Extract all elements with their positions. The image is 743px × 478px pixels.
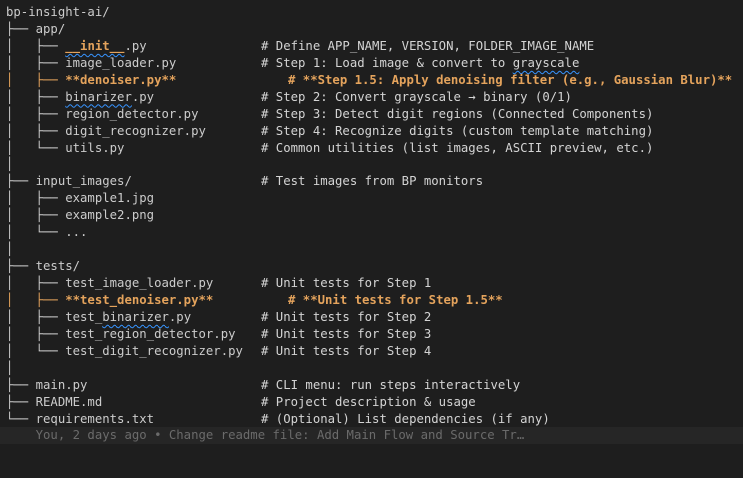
code-line[interactable]: bp-insight-ai/ bbox=[0, 4, 743, 21]
folder-input-images: ├── input_images/ bbox=[6, 174, 132, 189]
comment-test-digit-recognizer: # Unit tests for Step 4 bbox=[261, 343, 432, 358]
comment-test-denoiser: # **Unit tests for Step 1.5** bbox=[288, 292, 503, 307]
code-line[interactable]: │ ├── region_detector.py # Step 3: Detec… bbox=[0, 106, 743, 123]
folder-tests: ├── tests/ bbox=[6, 259, 81, 274]
file-init: │ ├── __init__.py bbox=[6, 38, 147, 53]
code-line[interactable]: │ ├── **denoiser.py** # **Step 1.5: Appl… bbox=[0, 72, 743, 89]
code-line[interactable]: │ bbox=[0, 241, 743, 258]
file-utils: │ └── utils.py bbox=[6, 140, 125, 155]
comment-binarizer: # Step 2: Convert grayscale → binary (0/… bbox=[261, 89, 572, 104]
comment-test-image-loader: # Unit tests for Step 1 bbox=[261, 276, 432, 290]
file-requirements: └── requirements.txt bbox=[6, 411, 155, 426]
file-digit-recognizer: │ ├── digit_recognizer.py bbox=[6, 123, 206, 138]
code-line[interactable]: │ └── ... bbox=[0, 224, 743, 241]
comment-image-loader: # Step 1: Load image & convert to graysc… bbox=[261, 55, 580, 70]
folder-app: ├── app/ bbox=[6, 21, 66, 36]
file-denoiser: │ ├── **denoiser.py** bbox=[6, 72, 177, 87]
comment-test-region-detector: # Unit tests for Step 3 bbox=[261, 326, 432, 341]
tree-connector: │ bbox=[6, 360, 14, 375]
file-example1: │ ├── example1.jpg bbox=[6, 191, 155, 206]
binarizer-name: binarizer bbox=[65, 89, 132, 104]
git-blame-annotation: You, 2 days ago • Change readme file: Ad… bbox=[6, 428, 525, 443]
comment-main: # CLI menu: run steps interactively bbox=[261, 377, 521, 392]
comment-test-binarizer: # Unit tests for Step 2 bbox=[261, 309, 432, 324]
code-line[interactable]: ├── app/ bbox=[0, 21, 743, 38]
file-test-image-loader: │ ├── test_image_loader.py bbox=[6, 276, 214, 290]
code-line[interactable]: ├── tests/ bbox=[0, 258, 743, 275]
code-line[interactable]: │ ├── test_image_loader.py # Unit tests … bbox=[0, 275, 743, 292]
file-test-region-detector: │ ├── test_region_detector.py bbox=[6, 326, 236, 341]
comment-readme: # Project description & usage bbox=[261, 394, 476, 409]
code-line[interactable]: ├── main.py # CLI menu: run steps intera… bbox=[0, 377, 743, 394]
code-line[interactable]: │ bbox=[0, 360, 743, 377]
tree-connector: │ bbox=[6, 242, 14, 257]
file-binarizer: │ ├── binarizer.py bbox=[6, 89, 155, 104]
file-test-digit-recognizer: │ └── test_digit_recognizer.py bbox=[6, 343, 243, 358]
file-region-detector: │ ├── region_detector.py bbox=[6, 106, 199, 121]
code-line[interactable]: │ └── test_digit_recognizer.py # Unit te… bbox=[0, 343, 743, 360]
file-ellipsis: │ └── ... bbox=[6, 225, 88, 240]
file-example2: │ ├── example2.png bbox=[6, 208, 155, 223]
code-line[interactable]: │ ├── image_loader.py # Step 1: Load ima… bbox=[0, 55, 743, 72]
comment-input-images: # Test images from BP monitors bbox=[261, 174, 484, 189]
binarizer-name: binarizer bbox=[102, 309, 169, 324]
file-main: ├── main.py bbox=[6, 377, 88, 392]
code-line[interactable]: │ └── utils.py # Common utilities (list … bbox=[0, 140, 743, 157]
code-line[interactable]: │ ├── example2.png bbox=[0, 207, 743, 224]
code-line[interactable]: │ ├── digit_recognizer.py # Step 4: Reco… bbox=[0, 123, 743, 140]
code-line[interactable]: │ ├── example1.jpg bbox=[0, 190, 743, 207]
code-editor[interactable]: bp-insight-ai/ ├── app/ │ ├── __init__.p… bbox=[0, 0, 743, 447]
comment-region-detector: # Step 3: Detect digit regions (Connecte… bbox=[261, 106, 654, 121]
code-line[interactable]: │ bbox=[0, 156, 743, 173]
comment-digit-recognizer: # Step 4: Recognize digits (custom templ… bbox=[261, 123, 654, 138]
grayscale-word: grayscale bbox=[512, 55, 580, 70]
init-name: __init__ bbox=[65, 38, 125, 53]
code-line[interactable]: ├── input_images/ # Test images from BP … bbox=[0, 173, 743, 190]
file-image-loader: │ ├── image_loader.py bbox=[6, 55, 177, 70]
code-line[interactable]: │ ├── binarizer.py # Step 2: Convert gra… bbox=[0, 89, 743, 106]
comment-utils: # Common utilities (list images, ASCII p… bbox=[261, 140, 654, 155]
comment-init: # Define APP_NAME, VERSION, FOLDER_IMAGE… bbox=[261, 38, 595, 53]
code-line[interactable]: ├── README.md # Project description & us… bbox=[0, 394, 743, 411]
code-line[interactable]: └── requirements.txt # (Optional) List d… bbox=[0, 411, 743, 428]
code-line-blame[interactable]: You, 2 days ago • Change readme file: Ad… bbox=[0, 427, 743, 445]
file-test-binarizer: │ ├── test_binarizer.py bbox=[6, 309, 192, 324]
tree-connector: │ bbox=[6, 157, 14, 172]
folder-root: bp-insight-ai/ bbox=[6, 5, 110, 19]
comment-requirements: # (Optional) List dependencies (if any) bbox=[261, 411, 550, 426]
code-line[interactable]: │ ├── __init__.py # Define APP_NAME, VER… bbox=[0, 38, 743, 55]
code-line[interactable]: │ ├── test_binarizer.py # Unit tests for… bbox=[0, 309, 743, 326]
file-test-denoiser: │ ├── **test_denoiser.py** bbox=[6, 292, 214, 307]
code-line[interactable]: │ ├── test_region_detector.py # Unit tes… bbox=[0, 326, 743, 343]
file-readme: ├── README.md bbox=[6, 394, 103, 409]
code-line[interactable]: │ ├── **test_denoiser.py** # **Unit test… bbox=[0, 292, 743, 309]
comment-denoiser: # **Step 1.5: Apply denoising filter (e.… bbox=[288, 72, 733, 87]
